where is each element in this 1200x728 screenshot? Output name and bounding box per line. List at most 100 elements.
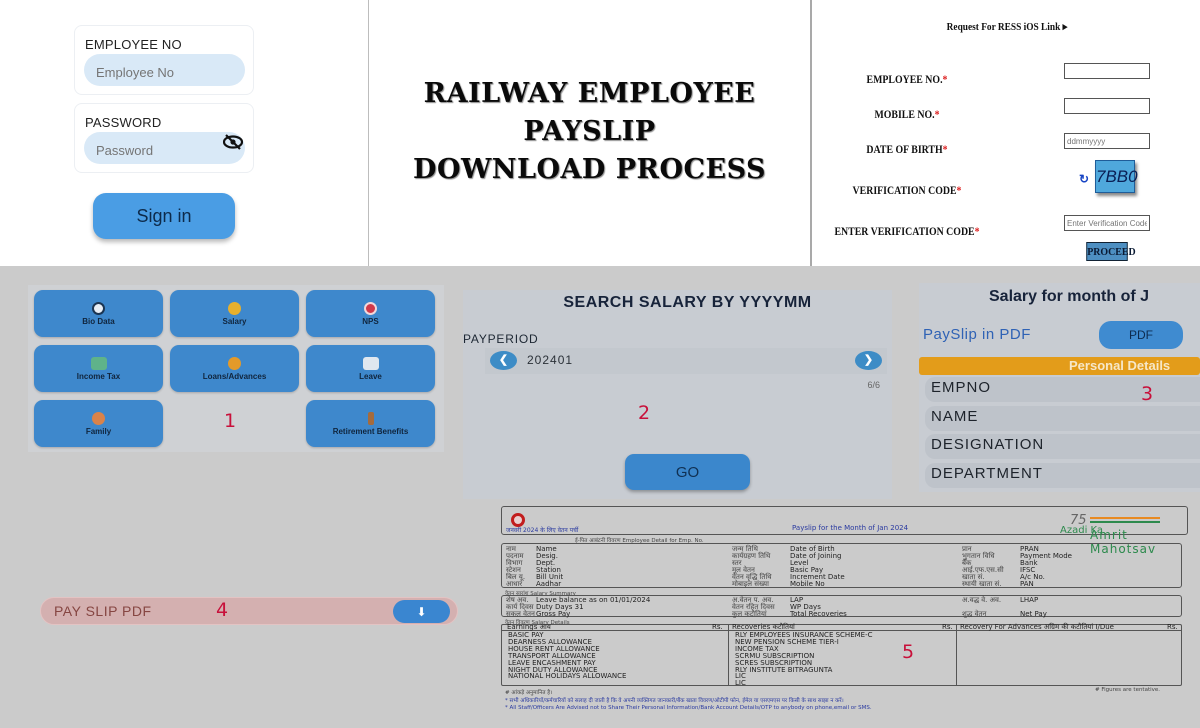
password-input[interactable] <box>84 132 245 164</box>
tile-label: Retirement Benefits <box>332 426 409 436</box>
tile-salary[interactable]: Salary <box>170 290 299 337</box>
salary-details-panel: Salary for month of J PaySlip in PDF PDF… <box>919 283 1200 492</box>
step-marker-5: 5 <box>902 641 915 663</box>
ress-dob-input[interactable] <box>1064 133 1150 149</box>
calendar-icon <box>362 356 379 370</box>
earnings-rs: Rs. <box>712 623 723 631</box>
ress-mobile-no-input[interactable] <box>1064 98 1150 114</box>
detail-col3-hindi: प्रान भुगतान विधि बैंक आई.एफ.एस.सी खाता सं. स… <box>962 545 1004 588</box>
password-label: PASSWORD <box>85 115 162 130</box>
menu-tiles-panel: Bio Data Salary NPS Income Tax Loans/Adv… <box>28 285 444 452</box>
personal-details-header: Personal Details <box>919 357 1200 375</box>
verification-code-label: VERIFICATION CODE* <box>852 183 962 197</box>
salary-month-heading: Salary for month of J <box>989 288 1150 305</box>
piggy-bank-icon <box>364 301 377 315</box>
railway-logo-icon <box>511 513 525 527</box>
search-salary-panel: SEARCH SALARY BY YYYYMM PAYPERIOD ❮ 2024… <box>463 290 892 499</box>
payslip-pdf-row: PAY SLIP PDF 4 ⬇ <box>40 597 458 625</box>
tile-family[interactable]: Family <box>34 400 163 447</box>
advisory-note-hindi: * सभी अधिकारियों/कर्मचारियों को सलाह दी … <box>505 698 844 704</box>
recoveries-rs: Rs. <box>942 623 953 631</box>
tile-label: Leave <box>359 371 382 381</box>
payperiod-value: 202401 <box>527 353 574 367</box>
detail-col3: PRAN Payment Mode Bank IFSC A/c No. PAN <box>1020 545 1072 588</box>
tile-label: Family <box>85 426 112 436</box>
tentative-note-hindi: # आंकड़े अनुमानित है। <box>505 690 553 696</box>
stripe-green <box>1090 521 1160 523</box>
tile-label: Bio Data <box>82 316 115 326</box>
step-marker-2: 2 <box>638 402 651 424</box>
summary-col2-hindi: अ.वेतन प. अव. वेतन रहित दिवस कुल कटौतियां <box>732 596 775 618</box>
password-card: PASSWORD <box>74 103 254 173</box>
payslip-document: जनवरी 2024 के लिए वेतन पर्ची Payslip for… <box>495 502 1195 722</box>
detail-col1-hindi: नाम पदनाम विभाग स्टेशन बिल यू. आधार <box>506 545 526 588</box>
download-icon: ⬇ <box>416 604 427 619</box>
employee-detail-box: नाम पदनाम विभाग स्टेशन बिल यू. आधार Name Desig… <box>501 543 1182 588</box>
chevron-right-icon[interactable]: ❯ <box>855 351 882 370</box>
tile-label: Salary <box>222 316 247 326</box>
detail-row-designation: DESIGNATION <box>925 434 1200 459</box>
enter-verification-code-label: ENTER VERIFICATION CODE* <box>834 224 980 238</box>
tile-label: Income Tax <box>76 371 121 381</box>
captcha-image: 7BB0 <box>1095 160 1138 193</box>
search-salary-heading: SEARCH SALARY BY YYYYMM <box>563 294 812 311</box>
money-icon <box>90 356 107 370</box>
family-icon <box>92 411 105 425</box>
chevron-left-icon[interactable]: ❮ <box>490 351 517 370</box>
detail-row-name: NAME <box>925 406 1200 431</box>
ress-verification-input[interactable] <box>1064 215 1150 231</box>
summary-col3: LHAP Net Pay <box>1020 596 1047 618</box>
title-panel: RAILWAY EMPLOYEE PAYSLIP DOWNLOAD PROCES… <box>369 0 810 266</box>
col-divider-2 <box>956 625 957 685</box>
detail-col2: Date of Birth Date of Joining Level Basic P… <box>790 545 845 588</box>
tile-leave[interactable]: Leave <box>306 345 435 392</box>
payslip-pdf-label: PaySlip in PDF <box>923 326 1031 343</box>
tile-nps[interactable]: NPS <box>306 290 435 337</box>
col-divider-1 <box>728 625 729 685</box>
salary-summary-box: शेष अव. कार्य दिवस सकल वेतन Leave balance … <box>501 595 1182 617</box>
ress-form-heading: Request For RESS iOS Link ▸ <box>946 21 1068 33</box>
sign-in-button[interactable]: Sign in <box>93 193 235 239</box>
tile-bio-data[interactable]: Bio Data <box>34 290 163 337</box>
earnings-list: BASIC PAY DEARNESS ALLOWANCE HOUSE RENT AL… <box>508 631 627 681</box>
step-marker-4: 4 <box>216 599 229 621</box>
period-counter: 6/6 <box>867 380 880 390</box>
advisory-note: * All Staff/Officers Are Advised not to … <box>505 705 872 711</box>
proceed-button[interactable]: PROCEED <box>1086 242 1136 261</box>
tile-retirement-benefits[interactable]: Retirement Benefits <box>306 400 435 447</box>
house-icon <box>228 356 241 370</box>
go-button[interactable]: GO <box>625 454 750 490</box>
employee-no-label: EMPLOYEE NO <box>85 37 182 52</box>
employee-no-input[interactable] <box>84 54 245 86</box>
title-line-2: PAYSLIP <box>523 116 656 147</box>
detail-row-empno: EMPNO <box>925 377 1200 402</box>
summary-col3-hindi: अ.वद्ध वे. अव. शुद्ध वेतन <box>962 596 1002 618</box>
recoveries-header: Recoveries कटौतियां <box>732 623 795 631</box>
ress-employee-no-input[interactable] <box>1064 63 1150 79</box>
payperiod-selector: ❮ 202401 ❯ <box>485 348 887 374</box>
detail-col1: Name Desig. Dept. Station Bill Unit Aadhar <box>536 545 564 588</box>
advances-rs: Rs. <box>1167 623 1178 631</box>
download-button[interactable]: ⬇ <box>393 600 450 623</box>
detail-col2-hindi: जन्म तिथि कार्यग्रहण तिथि स्तर मूल वेतन वेतन… <box>732 545 772 588</box>
detail-row-department: DEPARTMENT <box>925 463 1200 488</box>
summary-col1-hindi: शेष अव. कार्य दिवस सकल वेतन <box>506 596 535 618</box>
page-title: RAILWAY EMPLOYEE PAYSLIP DOWNLOAD PROCES… <box>369 75 810 189</box>
tile-loans-advances[interactable]: Loans/Advances <box>170 345 299 392</box>
earnings-header: Earnings आय <box>507 623 551 631</box>
tentative-note: # Figures are tentative. <box>1095 687 1161 693</box>
recoveries-list: RLY EMPLOYEES INSURANCE SCHEME-C NEW PENS… <box>735 631 873 688</box>
user-icon <box>92 301 105 315</box>
salary-details-box: Earnings आय Rs. Recoveries कटौतियां Rs. … <box>501 623 1182 688</box>
pdf-button[interactable]: PDF <box>1099 321 1183 349</box>
tile-income-tax[interactable]: Income Tax <box>34 345 163 392</box>
ress-request-form: Request For RESS iOS Link ▸ EMPLOYEE NO.… <box>810 0 1200 266</box>
tile-label: NPS <box>362 316 379 326</box>
employee-no-card: EMPLOYEE NO <box>74 25 254 95</box>
azadi-ka-amrit-mahotsav-logo: 75 Azadi Ka Amrit Mahotsav <box>1060 513 1190 556</box>
eye-off-icon[interactable] <box>222 134 244 150</box>
refresh-captcha-icon[interactable]: ↻ <box>1079 172 1089 186</box>
mobile-no-label: MOBILE NO.* <box>874 107 940 121</box>
summary-col2: LAP WP Days Total Recoveries <box>790 596 847 618</box>
payslip-pdf-label: PAY SLIP PDF <box>54 603 152 619</box>
